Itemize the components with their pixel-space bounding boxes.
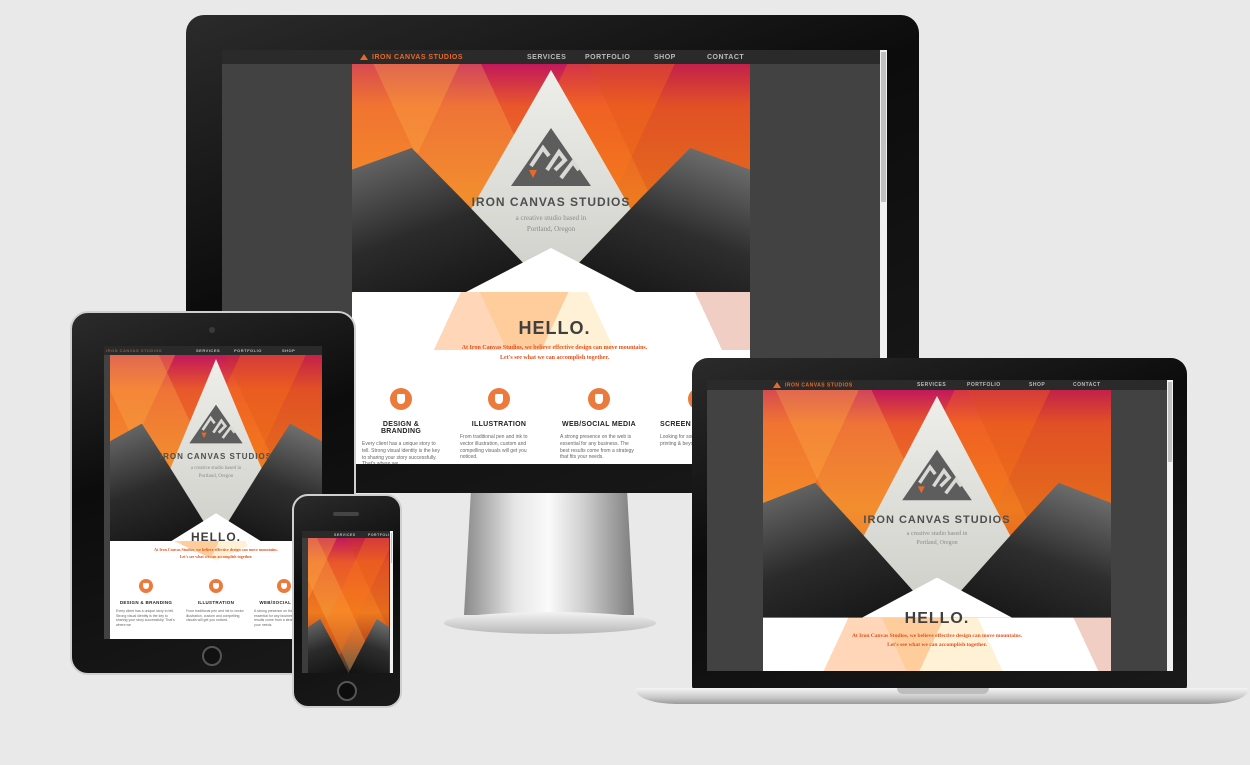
monitor-nav-bar: IRON CANVAS STUDIOS SERVICES PORTFOLIO S… <box>222 50 887 64</box>
ics-logo-icon <box>189 404 243 444</box>
logo-mark-icon <box>360 53 368 60</box>
content-bottom <box>352 290 750 296</box>
tablet-screen: IRON CANVAS STUDIOS SERVICES PORTFOLIO S… <box>104 346 322 639</box>
hero-title: IRON CANVAS STUDIOS <box>471 195 631 209</box>
nav-portfolio[interactable]: PORTFOLIO <box>585 54 630 61</box>
laptop-nav-bar: IRON CANVAS STUDIOS SERVICES PORTFOLIO S… <box>707 380 1173 390</box>
service-card[interactable]: ILLUSTRATION From traditional pen and in… <box>460 388 538 462</box>
laptop-scrollbar[interactable] <box>1167 380 1173 671</box>
thumbs-up-icon <box>139 579 153 593</box>
laptop-notch <box>897 688 989 694</box>
monitor-stand-base <box>444 612 656 634</box>
tablet-camera <box>209 327 215 333</box>
nav-services[interactable]: SERVICES <box>527 54 566 61</box>
phone-screen: SERVICES PORTFOLIO <box>302 531 393 673</box>
nav-brand[interactable]: IRON CANVAS STUDIOS <box>360 54 463 61</box>
hand-icon <box>588 388 610 410</box>
phone-hero <box>308 538 389 673</box>
nav-contact[interactable]: CONTACT <box>707 54 744 61</box>
ics-logo-icon <box>902 449 972 501</box>
service-card[interactable]: WEB/SOCIAL MEDIA A strong presence on th… <box>560 388 638 462</box>
laptop-screen: IRON CANVAS STUDIOS SERVICES PORTFOLIO S… <box>707 380 1173 671</box>
thumbs-up-icon <box>390 388 412 410</box>
logo-mark-icon <box>773 381 781 388</box>
tablet-nav-bar: IRON CANVAS STUDIOS SERVICES PORTFOLIO S… <box>104 346 322 355</box>
phone-speaker <box>333 512 359 516</box>
service-card[interactable]: DESIGN & BRANDING Every client has a uni… <box>116 579 176 631</box>
hero-tagline: a creative studio based in Portland, Ore… <box>515 214 587 233</box>
tablet-home-button[interactable] <box>202 646 222 666</box>
hand-icon <box>209 579 223 593</box>
nav-shop[interactable]: SHOP <box>654 54 676 61</box>
service-card[interactable]: ILLUSTRATION From traditional pen and in… <box>186 579 246 631</box>
ics-logo-icon <box>511 128 591 186</box>
laptop-hero: IRON CANVAS STUDIOS a creative studio ba… <box>763 390 1111 671</box>
tablet-hello: HELLO. <box>191 530 241 544</box>
phone-home-button[interactable] <box>337 681 357 701</box>
monitor-stand-neck <box>464 493 634 615</box>
laptop-hello: HELLO. <box>904 610 970 627</box>
hand-icon <box>488 388 510 410</box>
hand-icon <box>277 579 291 593</box>
service-card[interactable]: DESIGN & BRANDING Every client has a uni… <box>362 388 440 464</box>
scrollbar-thumb[interactable] <box>881 52 886 202</box>
